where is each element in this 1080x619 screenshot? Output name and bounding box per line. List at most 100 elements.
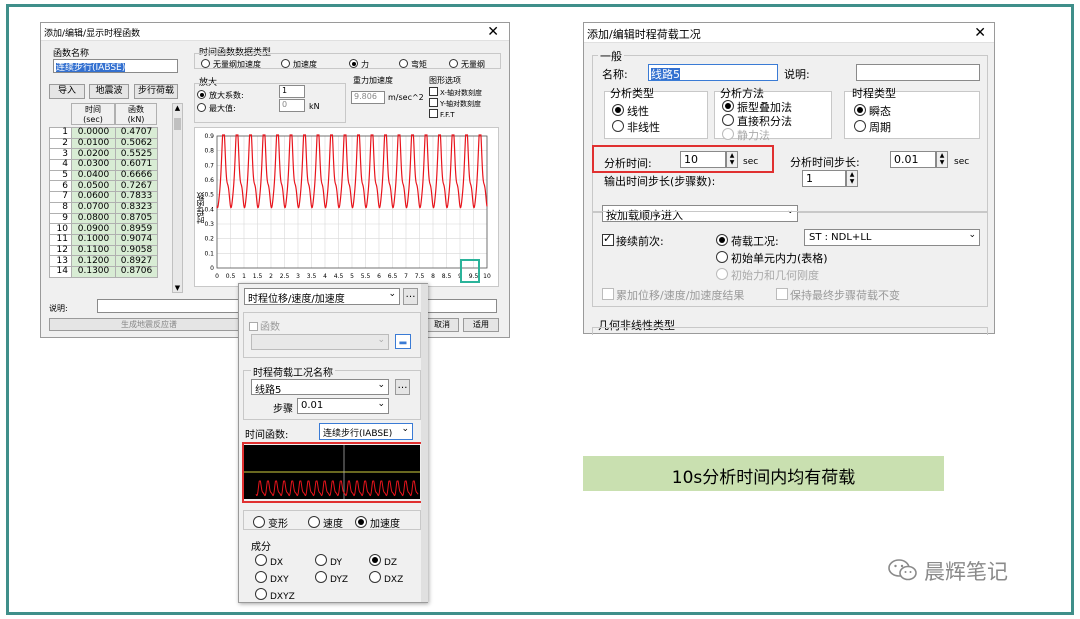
load-case-dropdown[interactable]: 线路5 ⌄ <box>251 379 389 395</box>
load-case-select[interactable]: ST : NDL+LL ⌄ <box>804 229 980 246</box>
datatype-force[interactable]: 力 <box>349 59 369 70</box>
row-number[interactable]: 3 <box>49 148 72 161</box>
output-step-input[interactable]: 1 <box>802 170 846 187</box>
datatype-accel[interactable]: 加速度 <box>281 59 317 70</box>
datatype-dimensionless[interactable]: 无量纲 <box>449 59 485 70</box>
table-row[interactable]: 14 0.1300 0.8706 <box>49 265 158 278</box>
linear-radio[interactable]: 线性 <box>612 103 649 119</box>
comp-dz[interactable]: DZ <box>369 554 397 568</box>
generate-spectrum-button[interactable]: 生成地震反应谱 <box>49 318 249 331</box>
time-cell[interactable]: 0.1200 <box>71 255 116 267</box>
max-value-radio[interactable]: 最大值: <box>197 103 236 114</box>
chart-icon[interactable]: ▂ <box>395 334 411 349</box>
table-row[interactable]: 6 0.0500 0.7267 <box>49 180 158 193</box>
table-row[interactable]: 2 0.0100 0.5062 <box>49 137 158 150</box>
step-input[interactable]: 0.01 <box>890 151 936 168</box>
time-cell[interactable]: 0.0900 <box>71 223 116 235</box>
time-cell[interactable]: 0.0800 <box>71 212 116 225</box>
transient-radio[interactable]: 瞬态 <box>854 103 891 119</box>
nonlinear-radio[interactable]: 非线性 <box>612 119 660 135</box>
response-velocity-radio[interactable]: 速度 <box>308 515 343 530</box>
time-func-dropdown[interactable]: 连续步行(IABSE) ⌄ <box>319 423 413 440</box>
comp-dxy[interactable]: DXY <box>255 571 289 585</box>
init-force-stiff-radio[interactable]: 初始力和几何刚度 <box>716 267 819 283</box>
comp-dxz[interactable]: DXZ <box>369 571 403 585</box>
func-cell[interactable]: 0.9058 <box>115 244 158 257</box>
func-cell[interactable]: 0.8705 <box>115 212 158 225</box>
table-row[interactable]: 4 0.0300 0.6071 <box>49 159 158 171</box>
panel-scrollbar[interactable] <box>421 284 428 602</box>
earthquake-button[interactable]: 地震波 <box>89 84 129 99</box>
table-row[interactable]: 12 0.1100 0.9058 <box>49 244 158 257</box>
time-cell[interactable]: 0.0100 <box>71 137 116 150</box>
time-cell[interactable]: 0.0500 <box>71 180 116 193</box>
time-cell[interactable]: 0.0400 <box>71 169 116 182</box>
row-number[interactable]: 8 <box>49 201 72 214</box>
x-log-checkbox[interactable]: X-轴对数刻度 <box>429 87 482 98</box>
time-cell[interactable]: 0.0000 <box>71 127 116 139</box>
func-cell[interactable]: 0.5062 <box>115 137 158 150</box>
time-cell[interactable]: 0.0600 <box>71 191 116 203</box>
table-row[interactable]: 8 0.0700 0.8323 <box>49 201 158 214</box>
time-cell[interactable]: 0.1300 <box>71 265 116 278</box>
response-accel-radio[interactable]: 加速度 <box>355 515 400 530</box>
row-number[interactable]: 11 <box>49 233 72 246</box>
func-cell[interactable]: 0.8927 <box>115 255 158 267</box>
func-cell[interactable]: 0.5525 <box>115 148 158 161</box>
time-cell[interactable]: 0.1000 <box>71 233 116 246</box>
table-row[interactable]: 3 0.0200 0.5525 <box>49 148 158 161</box>
row-number[interactable]: 2 <box>49 137 72 150</box>
row-number[interactable]: 7 <box>49 191 72 203</box>
periodic-radio[interactable]: 周期 <box>854 119 891 135</box>
more-button[interactable]: … <box>403 288 418 305</box>
row-number[interactable]: 5 <box>49 169 72 182</box>
continue-checkbox[interactable]: 接续前次: <box>602 232 664 249</box>
step-spinner[interactable]: ▲ ▼ <box>936 151 948 168</box>
func-cell[interactable]: 0.4707 <box>115 127 158 139</box>
table-scrollbar[interactable]: ▲ ▼ <box>172 103 183 293</box>
keep-checkbox[interactable]: 保持最终步骤荷载不变 <box>776 287 900 303</box>
func-cell[interactable]: 0.6666 <box>115 169 158 182</box>
max-value-input[interactable]: 0 <box>279 99 305 112</box>
comp-dxyz[interactable]: DXYZ <box>255 588 295 602</box>
func-name-input[interactable]: 连续步行(IABSE) <box>53 59 178 73</box>
name-input[interactable]: 线路5 <box>648 64 778 81</box>
apply-button[interactable]: 适用 <box>463 318 499 332</box>
walking-load-button[interactable]: 步行荷载 <box>134 84 178 99</box>
func-dropdown[interactable]: ⌄ <box>251 334 389 350</box>
time-cell[interactable]: 0.0700 <box>71 201 116 214</box>
scale-factor-input[interactable]: 1 <box>279 85 305 98</box>
load-case-radio[interactable]: 荷载工况: <box>716 233 779 249</box>
row-number[interactable]: 13 <box>49 255 72 267</box>
datatype-dimensionless-accel[interactable]: 无量纲加速度 <box>201 59 261 70</box>
comp-dy[interactable]: DY <box>315 554 342 568</box>
table-row[interactable]: 7 0.0600 0.7833 <box>49 191 158 203</box>
func-checkbox[interactable]: 函数 <box>249 318 280 333</box>
step-dropdown[interactable]: 0.01 ⌄ <box>297 398 389 414</box>
func-cell[interactable]: 0.7267 <box>115 180 158 193</box>
right-desc-input[interactable] <box>856 64 980 81</box>
row-number[interactable]: 9 <box>49 212 72 225</box>
row-number[interactable]: 1 <box>49 127 72 139</box>
table-row[interactable]: 13 0.1200 0.8927 <box>49 255 158 267</box>
time-cell[interactable]: 0.0300 <box>71 159 116 171</box>
output-step-spinner[interactable]: ▲ ▼ <box>846 170 858 187</box>
y-log-checkbox[interactable]: Y-轴对数刻度 <box>429 98 481 109</box>
static-radio[interactable]: 静力法 <box>722 127 770 143</box>
row-number[interactable]: 6 <box>49 180 72 193</box>
accum-checkbox[interactable]: 累加位移/速度/加速度结果 <box>602 287 744 303</box>
table-row[interactable]: 5 0.0400 0.6666 <box>49 169 158 182</box>
close-icon[interactable]: ✕ <box>487 25 499 39</box>
comp-dx[interactable]: DX <box>255 554 283 568</box>
datatype-moment[interactable]: 弯矩 <box>399 59 427 70</box>
cancel-button[interactable]: 取消 <box>425 318 459 332</box>
table-row[interactable]: 11 0.1000 0.9074 <box>49 233 158 246</box>
import-button[interactable]: 导入 <box>49 84 85 99</box>
function-table[interactable]: 1 0.0000 0.4707 2 0.0100 0.5062 3 0.0200 0.5525 4… <box>49 127 158 278</box>
load-case-more-button[interactable]: … <box>395 379 410 395</box>
func-cell[interactable]: 0.7833 <box>115 191 158 203</box>
func-cell[interactable]: 0.8959 <box>115 223 158 235</box>
table-row[interactable]: 1 0.0000 0.4707 <box>49 127 158 139</box>
table-row[interactable]: 10 0.0900 0.8959 <box>49 223 158 235</box>
row-number[interactable]: 10 <box>49 223 72 235</box>
